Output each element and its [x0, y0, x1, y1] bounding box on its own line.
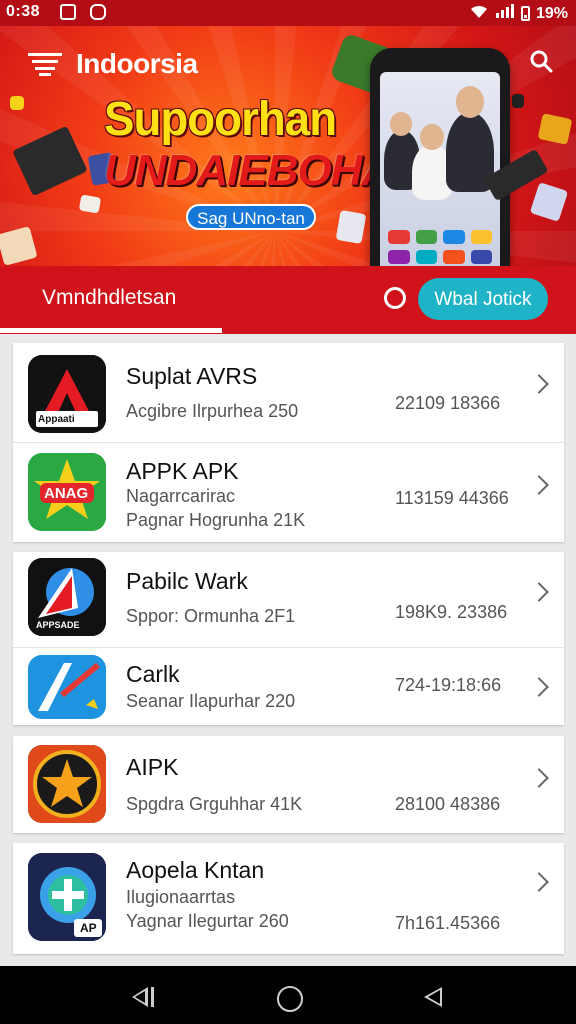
banner-headline: Supoorhan [104, 93, 337, 146]
app-icon-label: ANAG [44, 485, 89, 502]
list-item[interactable]: Carlk Seanar Ilapurhar 220 724-19:18:66 [13, 647, 564, 725]
battery-level: 19% [535, 4, 568, 22]
app-list-card: AIPK Spgdra Grguhhar 41K 28100 48386 [13, 736, 564, 833]
chevron-right-icon [529, 374, 549, 394]
app-subtitle: Sppor: Ormunha 2F1 [126, 606, 296, 626]
chevron-right-icon [529, 872, 549, 892]
app-stat: 7h161.45366 [395, 913, 501, 933]
banner-cta-button[interactable]: Sag UNno-tan [186, 204, 316, 230]
tab-indicator [0, 328, 222, 333]
app-stat: 22109 18366 [395, 393, 501, 413]
app-list-card: AP Aopela Kntan Ilugionaarrtas Yagnar Il… [13, 843, 564, 954]
brand-logo-icon [28, 51, 62, 77]
app-stat: 113159 44366 [395, 488, 509, 508]
app-title: APPK APK [126, 458, 239, 484]
decor-coin-icon [10, 96, 24, 110]
app-subtitle: Nagarrcarirac [126, 486, 236, 506]
list-item[interactable]: Appaati Suplat AVRS Acgibre Ilrpurhea 25… [13, 343, 564, 442]
chevron-right-icon [529, 677, 549, 697]
banner-phone-image [370, 48, 510, 266]
app-icon: ANAG [28, 453, 106, 531]
app-icon: Appaati [28, 355, 106, 433]
chevron-right-icon [529, 475, 549, 495]
app-subtitle: Spgdra Grguhhar 41K [126, 794, 303, 814]
app-stat: 198K9. 23386 [395, 602, 508, 622]
app-list-card: APPSADE Pabilc Wark Sppor: Ormunha 2F1 1… [13, 552, 564, 725]
app-title: Suplat AVRS [126, 363, 258, 389]
message-icon [90, 4, 106, 20]
app-icon [28, 655, 106, 719]
status-bar: 0:38 19% [0, 0, 576, 26]
chevron-right-icon [529, 582, 549, 602]
promo-banner[interactable]: Indoorsia Supoorhan UNDAIEBOHA Sag UNno-… [0, 26, 576, 266]
app-icon-label: APPSADE [36, 620, 80, 630]
brand: Indoorsia [28, 48, 198, 80]
brand-name: Indoorsia [76, 48, 198, 79]
list-item[interactable]: AIPK Spgdra Grguhhar 41K 28100 48386 [13, 736, 564, 833]
list-item[interactable]: ANAG APPK APK Nagarrcarirac Pagnar Hogru… [13, 442, 564, 542]
decor-card-icon [512, 94, 524, 108]
system-nav-bar [0, 966, 576, 1024]
home-icon[interactable] [277, 986, 303, 1012]
app-title: Carlk [126, 661, 180, 687]
app-stat: 724-19:18:66 [395, 675, 502, 695]
signal-icon [495, 3, 515, 24]
app-stat: 28100 48386 [395, 794, 501, 814]
app-icon [28, 745, 106, 823]
chevron-right-icon [529, 768, 549, 788]
decor-card-icon [335, 209, 367, 245]
status-time: 0:38 [6, 3, 41, 20]
app-icon: AP [28, 853, 106, 941]
app-subtitle: Acgibre Ilrpurhea 250 [126, 401, 299, 421]
app-icon: APPSADE [28, 558, 106, 636]
list-item[interactable]: APPSADE Pabilc Wark Sppor: Ormunha 2F1 1… [13, 552, 564, 647]
decor-card-icon [78, 194, 102, 214]
app-subtitle: Ilugionaarrtas [126, 887, 236, 907]
app-subtitle-2: Pagnar Hogrunha 21K [126, 510, 306, 530]
wifi-icon [469, 3, 489, 24]
record-icon[interactable] [384, 287, 406, 309]
app-list-card: Appaati Suplat AVRS Acgibre Ilrpurhea 25… [13, 343, 564, 542]
banner-subheadline: UNDAIEBOHA [104, 146, 393, 195]
tab-active[interactable]: Vmndhdletsan [42, 286, 176, 310]
action-button[interactable]: Wbal Jotick [418, 278, 548, 320]
list-item[interactable]: AP Aopela Kntan Ilugionaarrtas Yagnar Il… [13, 843, 564, 954]
search-secondary-icon[interactable] [528, 48, 554, 81]
app-icon-label: AP [80, 921, 97, 935]
notification-icon [60, 4, 76, 20]
battery-icon [520, 6, 530, 21]
app-subtitle-2: Yagnar Ilegurtar 260 [126, 911, 289, 931]
app-title: Pabilc Wark [126, 568, 248, 594]
app-icon-label: Appaati [38, 414, 75, 425]
app-subtitle: Seanar Ilapurhar 220 [126, 691, 296, 711]
app-title: AIPK [126, 754, 179, 780]
app-title: Aopela Kntan [126, 857, 265, 883]
